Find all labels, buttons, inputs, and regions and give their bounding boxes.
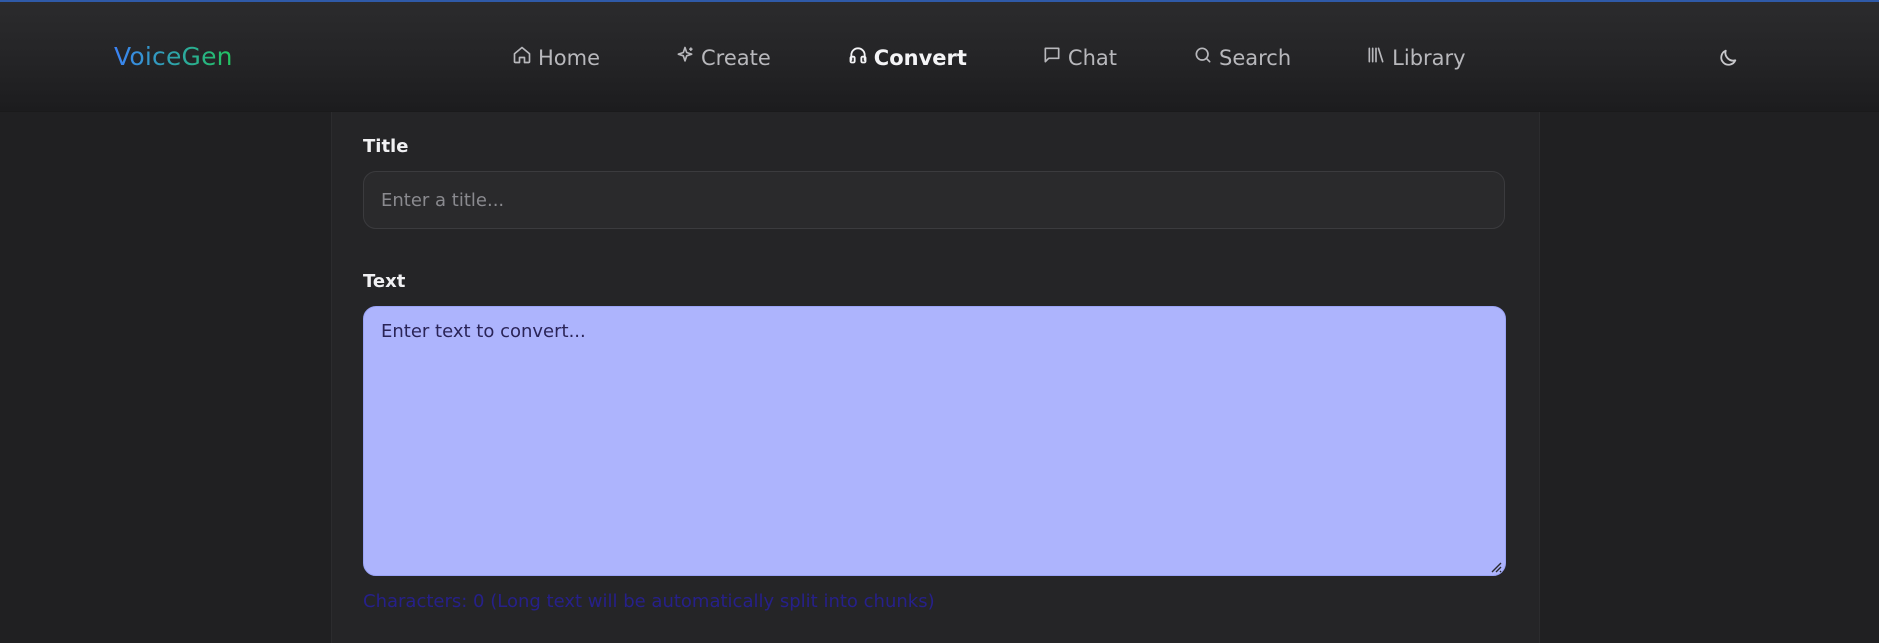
resize-handle-icon[interactable]: [1490, 561, 1502, 573]
nav-chat-label: Chat: [1067, 45, 1117, 70]
nav-create-label: Create: [701, 45, 771, 70]
theme-toggle-button[interactable]: [1717, 47, 1739, 69]
sparkle-icon: [675, 45, 701, 70]
logo[interactable]: VoiceGen: [114, 42, 233, 71]
headphones-icon: [848, 45, 874, 70]
text-label: Text: [363, 271, 406, 292]
library-icon: [1366, 45, 1392, 70]
character-count: Characters: 0 (Long text will be automat…: [363, 591, 935, 612]
text-input[interactable]: [363, 306, 1506, 576]
nav-search-label: Search: [1219, 45, 1292, 70]
navbar: VoiceGen Home Create Convert Chat Search…: [0, 2, 1879, 112]
page: VoiceGen Home Create Convert Chat Search…: [0, 0, 1879, 643]
main-nav: Home Create Convert Chat Search Library: [512, 45, 1466, 70]
search-icon: [1193, 45, 1219, 70]
nav-library[interactable]: Library: [1366, 45, 1466, 70]
chat-icon: [1042, 45, 1068, 70]
title-input[interactable]: [363, 171, 1505, 229]
nav-home[interactable]: Home: [512, 45, 600, 70]
nav-home-label: Home: [538, 45, 601, 70]
nav-search[interactable]: Search: [1193, 45, 1291, 70]
nav-chat[interactable]: Chat: [1042, 45, 1117, 70]
home-icon: [512, 45, 538, 70]
title-label: Title: [363, 136, 409, 157]
nav-library-label: Library: [1392, 45, 1466, 70]
moon-icon: [1717, 49, 1739, 73]
nav-convert[interactable]: Convert: [848, 45, 967, 70]
nav-create[interactable]: Create: [675, 45, 771, 70]
nav-convert-label: Convert: [873, 45, 967, 70]
